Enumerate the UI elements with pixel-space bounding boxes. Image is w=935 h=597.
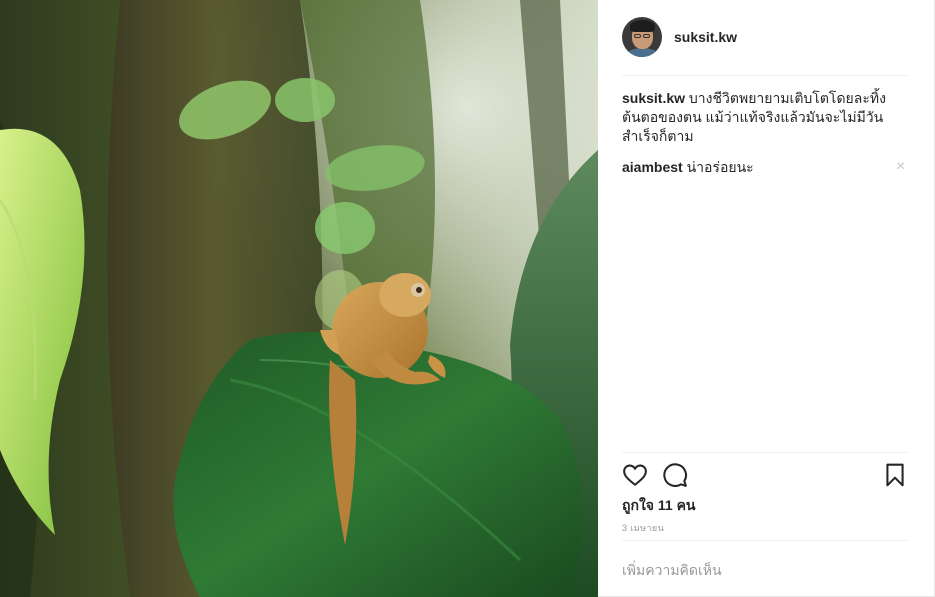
divider (622, 75, 908, 76)
avatar-hair (630, 20, 655, 32)
comment-bubble-icon (663, 463, 687, 487)
comment-item: aiambest น่าอร่อยนะ × (622, 158, 912, 177)
comment-text: น่าอร่อยนะ (686, 159, 754, 175)
divider (622, 540, 908, 541)
post-header: suksit.kw (622, 16, 908, 58)
likes-count[interactable]: ถูกใจ 11 คน (622, 495, 696, 517)
divider (622, 452, 908, 453)
photo-frog-on-leaf (0, 0, 598, 597)
save-button[interactable] (882, 462, 908, 488)
add-comment-input[interactable]: เพิ่มความคิดเห็น (622, 560, 722, 582)
avatar-glasses-left (634, 34, 641, 38)
avatar-shirt (626, 48, 659, 57)
close-icon[interactable]: × (896, 158, 908, 176)
avatar-glasses-right (643, 34, 650, 38)
comment-username[interactable]: aiambest (622, 159, 683, 175)
post-date[interactable]: 3 เมษายน (622, 521, 664, 535)
bookmark-icon (886, 463, 904, 487)
comment-button[interactable] (662, 462, 688, 488)
heart-icon (623, 464, 647, 487)
avatar[interactable] (622, 17, 662, 57)
post-view: suksit.kw suksit.kw บางชีวิตพยายามเติบโต… (0, 0, 935, 597)
caption: suksit.kw บางชีวิตพยายามเติบโตโดยละทิ้งต… (622, 89, 912, 146)
post-side-panel: suksit.kw suksit.kw บางชีวิตพยายามเติบโต… (598, 0, 934, 597)
like-button[interactable] (622, 462, 648, 488)
header-username[interactable]: suksit.kw (674, 29, 737, 45)
comments-list: suksit.kw บางชีวิตพยายามเติบโตโดยละทิ้งต… (622, 89, 912, 177)
caption-username[interactable]: suksit.kw (622, 90, 685, 106)
action-bar (622, 462, 908, 490)
post-photo[interactable] (0, 0, 598, 597)
